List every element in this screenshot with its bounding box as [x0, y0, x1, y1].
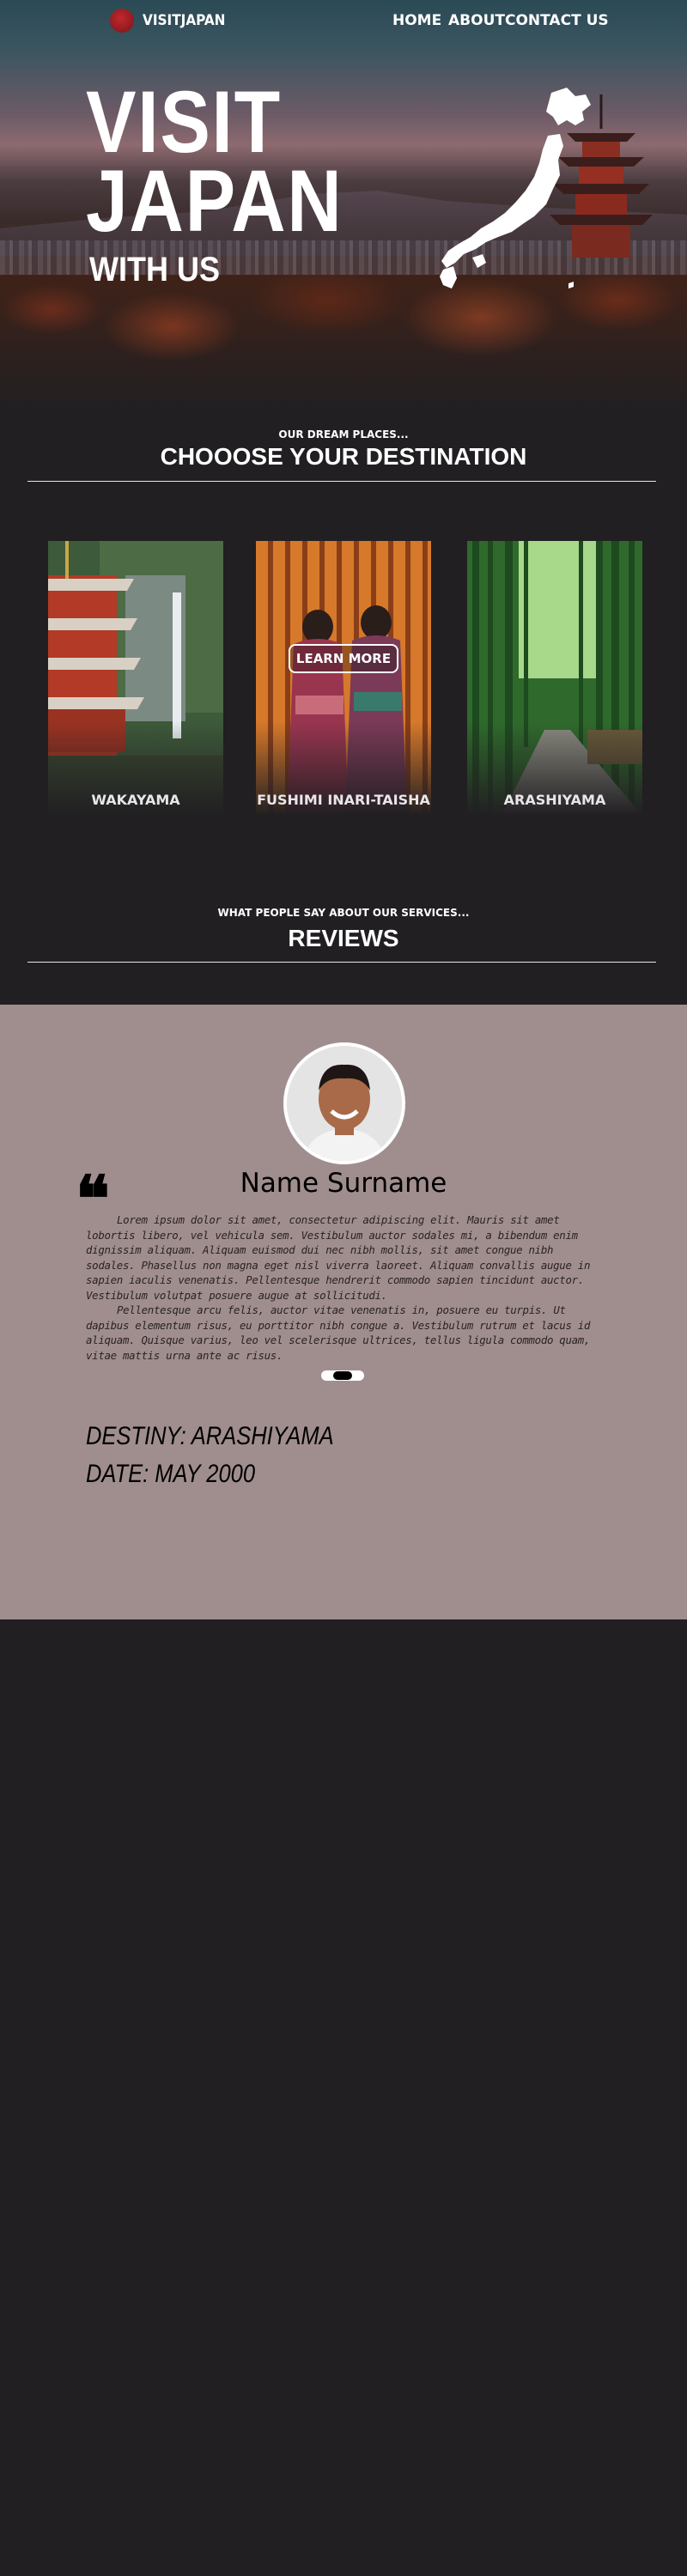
reviewer-avatar — [283, 1042, 405, 1164]
destinations-divider — [27, 481, 656, 482]
destinations-title: CHOOOSE YOUR DESTINATION — [160, 443, 527, 470]
destination-card-fushimi-inari[interactable] — [256, 541, 431, 816]
card-label-wakayama: WAKAYAMA — [91, 792, 180, 808]
nav-home-link[interactable]: HOME — [392, 12, 441, 29]
brand-name[interactable]: VISITJAPAN — [143, 12, 225, 29]
hero-title-line2: JAPAN — [86, 152, 344, 250]
reviews-divider — [27, 962, 656, 963]
review-slider-indicator[interactable] — [321, 1370, 364, 1381]
review-paragraph-1: Lorem ipsum dolor sit amet, consectetur … — [86, 1213, 591, 1302]
destination-card-wakayama[interactable] — [48, 541, 223, 816]
card-label-arashiyama: ARASHIYAMA — [503, 792, 606, 808]
review-paragraph-2: Pellentesque arcu felis, auctor vitae ve… — [86, 1303, 591, 1362]
japan-map-icon — [440, 88, 591, 289]
review-destiny: DESTINY: ARASHIYAMA — [86, 1422, 334, 1450]
learn-more-button[interactable]: LEARN MORE — [289, 644, 398, 673]
reviewer-name: Name Surname — [240, 1168, 447, 1199]
top-navigation: VISITJAPAN HOME ABOUT CONTACT US — [0, 0, 687, 43]
review-date: DATE: MAY 2000 — [86, 1460, 256, 1488]
nav-contact-link[interactable]: CONTACT US — [505, 12, 609, 29]
review-slider-knob[interactable] — [333, 1371, 352, 1380]
hero-title-line1: VISIT — [86, 73, 282, 171]
reviews-title: REVIEWS — [288, 925, 399, 951]
hero-title: VISIT JAPAN — [86, 73, 344, 250]
review-text: Lorem ipsum dolor sit amet, consectetur … — [86, 1212, 599, 1363]
nav-about-link[interactable]: ABOUT — [448, 12, 505, 29]
card-label-fushimi-inari: FUSHIMI INARI-TAISHA — [257, 792, 430, 808]
destination-card-arashiyama[interactable] — [467, 541, 642, 816]
brand-logo-icon[interactable] — [110, 9, 134, 33]
hero-subtitle: WITH US — [89, 251, 220, 289]
reviewer-photo — [287, 1046, 402, 1161]
hero-trees-background — [0, 275, 687, 404]
hero-section: VISITJAPAN HOME ABOUT CONTACT US VISIT J… — [0, 0, 687, 404]
destinations-kicker: OUR DREAM PLACES... — [278, 428, 409, 440]
reviews-kicker: WHAT PEOPLE SAY ABOUT OUR SERVICES... — [217, 907, 470, 919]
